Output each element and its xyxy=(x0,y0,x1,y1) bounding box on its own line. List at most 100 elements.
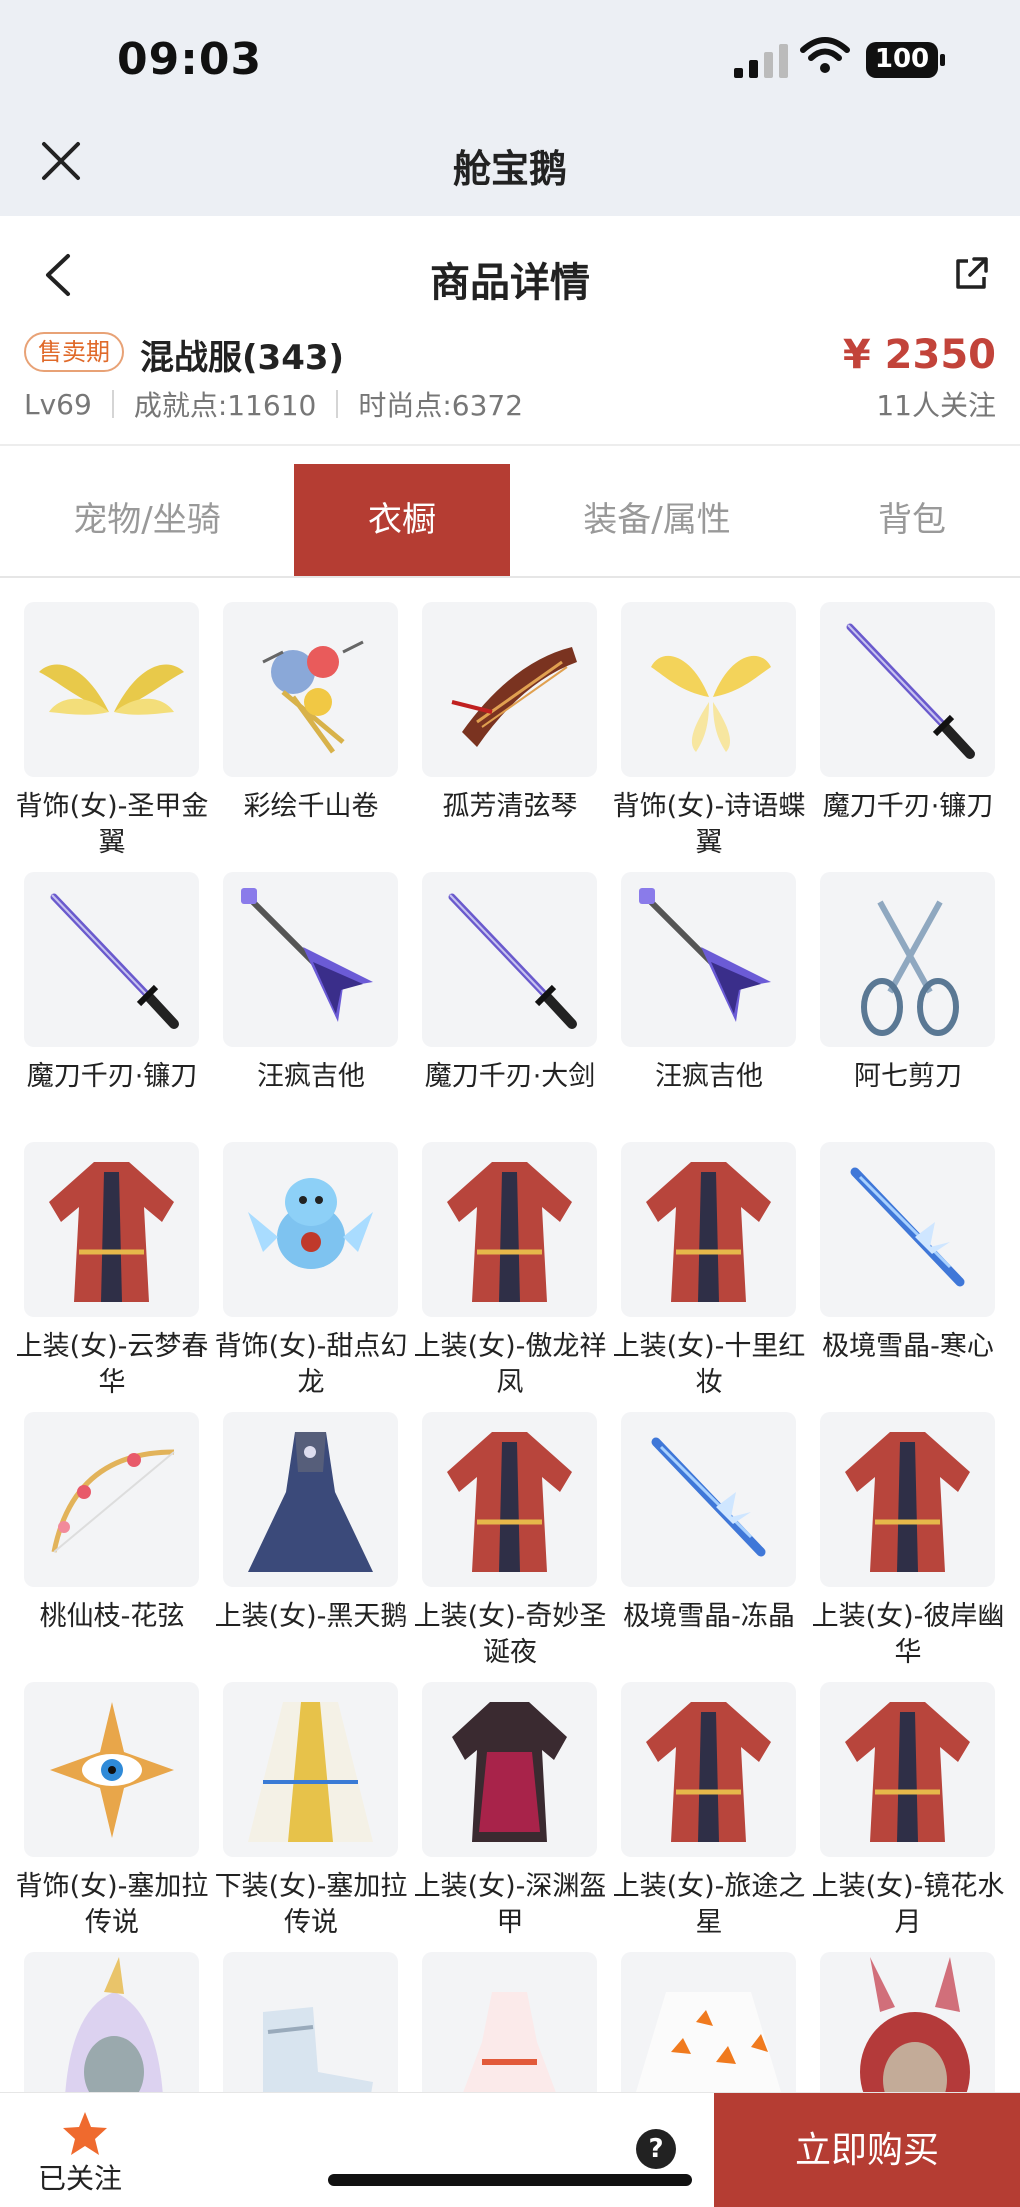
katana-icon xyxy=(24,872,199,1047)
divider xyxy=(0,444,1020,446)
achievement-points: 成就点:11610 xyxy=(133,389,317,422)
item-name: 极境雪晶-冻晶 xyxy=(623,1601,795,1632)
wardrobe-item[interactable]: 下装(女)-塞加拉传说 xyxy=(215,1682,407,1941)
skirt-icon xyxy=(223,1682,398,1857)
wardrobe-item[interactable]: 上装(女)-深渊盔甲 xyxy=(414,1682,606,1941)
zither-icon xyxy=(422,602,597,777)
robe-icon xyxy=(820,1682,995,1857)
robe-icon xyxy=(621,1142,796,1317)
item-name: 上装(女)-云梦春华 xyxy=(15,1331,209,1398)
buy-now-button[interactable]: 立即购买 xyxy=(714,2093,1020,2207)
item-name: 背饰(女)-甜点幻龙 xyxy=(214,1331,408,1398)
wardrobe-item[interactable]: 背饰(女)-甜点幻龙 xyxy=(215,1142,407,1401)
robe-icon xyxy=(24,1142,199,1317)
item-name: 魔刀千刃·大剑 xyxy=(424,1061,596,1092)
ice-sword-icon xyxy=(621,1412,796,1587)
item-name: 孤芳清弦琴 xyxy=(442,791,578,822)
wardrobe-item[interactable]: 魔刀千刃·大剑 xyxy=(422,872,597,1095)
level: Lv69 xyxy=(24,387,92,421)
golden-wings-icon xyxy=(24,602,199,777)
wardrobe-item[interactable]: 背饰(女)-塞加拉传说 xyxy=(16,1682,208,1941)
wardrobe-item[interactable]: 上装(女)-黑天鹅 xyxy=(215,1412,407,1635)
wardrobe-item[interactable]: 上装(女)-镜花水月 xyxy=(812,1682,1004,1941)
wardrobe-item[interactable]: 背饰(女)-诗语蝶翼 xyxy=(613,602,805,861)
guitar-icon xyxy=(621,872,796,1047)
wardrobe-item[interactable]: 上装(女)-云梦春华 xyxy=(16,1142,208,1401)
item-name: 阿七剪刀 xyxy=(854,1061,962,1092)
item-name: 汪疯吉他 xyxy=(257,1061,365,1092)
item-name: 背饰(女)-诗语蝶翼 xyxy=(612,791,806,858)
wardrobe-item[interactable]: 阿七剪刀 xyxy=(820,872,995,1095)
divider xyxy=(111,390,114,418)
wardrobe-item[interactable]: 彩绘千山卷 xyxy=(223,602,398,825)
eye-emblem-icon xyxy=(24,1682,199,1857)
armor-icon xyxy=(422,1682,597,1857)
wardrobe-item[interactable]: 极境雪晶-寒心 xyxy=(820,1142,995,1365)
item-name: 上装(女)-黑天鹅 xyxy=(214,1601,408,1632)
wardrobe-item[interactable]: 极境雪晶-冻晶 xyxy=(621,1412,796,1635)
item-name: 桃仙枝-花弦 xyxy=(39,1601,185,1632)
dragon-pet-icon xyxy=(223,1142,398,1317)
sale-period-badge: 售卖期 xyxy=(24,332,124,372)
share-icon[interactable] xyxy=(952,255,990,293)
wardrobe-item[interactable]: 上装(女)-奇妙圣诞夜 xyxy=(414,1412,606,1671)
price: ¥ 2350 xyxy=(842,332,996,378)
divider xyxy=(336,390,339,418)
wardrobe-item[interactable]: 背饰(女)-圣甲金翼 xyxy=(16,602,208,861)
katana-icon xyxy=(820,602,995,777)
item-name: 下装(女)-塞加拉传说 xyxy=(214,1871,408,1938)
item-name: 背饰(女)-塞加拉传说 xyxy=(15,1871,209,1938)
followed-label[interactable]: 已关注 xyxy=(38,2157,122,2197)
wardrobe-item[interactable]: 上装(女)-旅途之星 xyxy=(613,1682,805,1941)
item-name: 上装(女)-十里红妆 xyxy=(612,1331,806,1398)
item-name: 上装(女)-旅途之星 xyxy=(612,1871,806,1938)
bottom-action-bar: 已关注 ? 立即购买 xyxy=(0,2092,1020,2207)
battery-level: 100 xyxy=(874,44,930,74)
item-name: 魔刀千刃·镰刀 xyxy=(26,1061,198,1092)
tab-wardrobe[interactable]: 衣橱 xyxy=(294,464,510,576)
fashion-points: 时尚点:6372 xyxy=(358,389,524,422)
item-name: 上装(女)-镜花水月 xyxy=(811,1871,1005,1938)
cellular-signal-icon xyxy=(734,44,788,78)
robe-icon xyxy=(820,1412,995,1587)
divider xyxy=(0,576,1020,578)
wardrobe-item[interactable]: 孤芳清弦琴 xyxy=(422,602,597,825)
wifi-icon xyxy=(800,37,850,73)
guitar-icon xyxy=(223,872,398,1047)
page-title: 商品详情 xyxy=(430,260,590,306)
item-name: 极境雪晶-寒心 xyxy=(822,1331,994,1362)
wardrobe-item[interactable]: 上装(女)-十里红妆 xyxy=(613,1142,805,1401)
account-stats: Lv69 成就点:11610 时尚点:6372 xyxy=(24,384,523,424)
item-name: 上装(女)-奇妙圣诞夜 xyxy=(413,1601,607,1668)
home-indicator xyxy=(328,2174,692,2186)
battery-icon: 100 xyxy=(866,42,946,78)
butterfly-wings-icon xyxy=(621,602,796,777)
robe-icon xyxy=(422,1412,597,1587)
star-icon[interactable] xyxy=(60,2109,110,2159)
follower-count: 11人关注 xyxy=(876,389,996,422)
server-name: 混战服(343) xyxy=(140,338,345,378)
painted-scroll-icon xyxy=(223,602,398,777)
wardrobe-item[interactable]: 桃仙枝-花弦 xyxy=(24,1412,199,1635)
app-title: 舱宝鹅 xyxy=(452,147,567,191)
wardrobe-item[interactable]: 汪疯吉他 xyxy=(223,872,398,1095)
katana-icon xyxy=(422,872,597,1047)
robe-icon xyxy=(422,1142,597,1317)
wardrobe-item[interactable]: 魔刀千刃·镰刀 xyxy=(24,872,199,1095)
tab-pets-mounts[interactable]: 宠物/坐骑 xyxy=(0,464,294,576)
item-name: 上装(女)-傲龙祥凤 xyxy=(413,1331,607,1398)
flower-bow-icon xyxy=(24,1412,199,1587)
tab-bar: 宠物/坐骑 衣橱 装备/属性 背包 xyxy=(0,464,1020,576)
wardrobe-item[interactable]: 汪疯吉他 xyxy=(621,872,796,1095)
tab-equipment-attributes[interactable]: 装备/属性 xyxy=(510,464,804,576)
help-icon[interactable]: ? xyxy=(636,2129,676,2169)
wardrobe-item[interactable]: 上装(女)-傲龙祥凤 xyxy=(414,1142,606,1401)
wardrobe-item[interactable]: 上装(女)-彼岸幽华 xyxy=(812,1412,1004,1671)
tab-backpack[interactable]: 背包 xyxy=(804,464,1020,576)
ice-sword-icon xyxy=(820,1142,995,1317)
robe-icon xyxy=(621,1682,796,1857)
scissors-icon xyxy=(820,872,995,1047)
item-name: 背饰(女)-圣甲金翼 xyxy=(15,791,209,858)
item-name: 魔刀千刃·镰刀 xyxy=(822,791,994,822)
wardrobe-item[interactable]: 魔刀千刃·镰刀 xyxy=(820,602,995,825)
